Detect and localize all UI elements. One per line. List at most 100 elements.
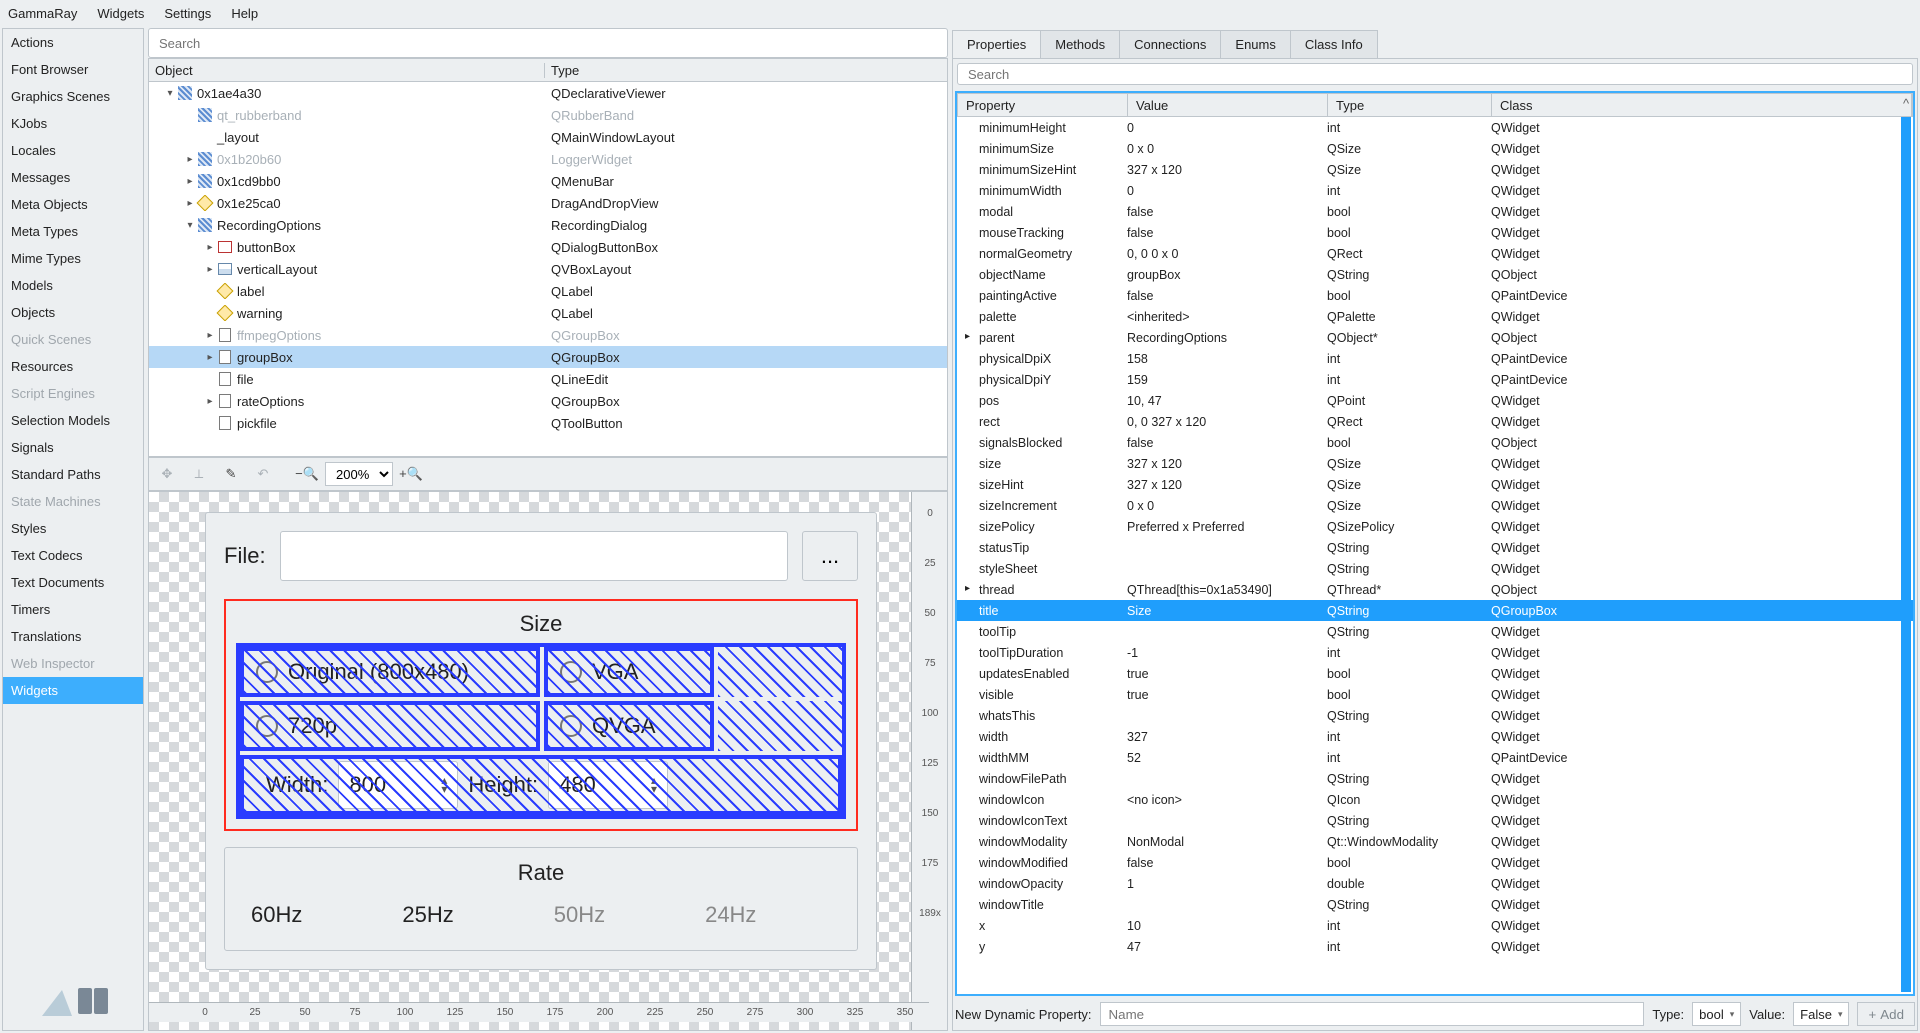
property-row[interactable]: toolTipDuration-1intQWidget (957, 642, 1913, 663)
property-row[interactable]: objectNamegroupBoxQStringQObject (957, 264, 1913, 285)
tool-item-selection-models[interactable]: Selection Models (3, 407, 143, 434)
tool-item-font-browser[interactable]: Font Browser (3, 56, 143, 83)
property-row[interactable]: paintingActivefalseboolQPaintDevice (957, 285, 1913, 306)
tree-row[interactable]: ▸ffmpegOptionsQGroupBox (149, 324, 947, 346)
file-browse-button[interactable]: ... (802, 531, 858, 581)
widget-preview[interactable]: File: ... Size Original (800x480) VGA 72… (148, 491, 948, 1031)
property-row[interactable]: windowTitleQStringQWidget (957, 894, 1913, 915)
radio-custom[interactable]: Width: 800▴▾ Height: 480▴▾ (240, 755, 842, 815)
property-row[interactable]: physicalDpiX158intQPaintDevice (957, 348, 1913, 369)
property-row[interactable]: ▸parentRecordingOptionsQObject*QObject (957, 327, 1913, 348)
menu-gammaray[interactable]: GammaRay (8, 6, 77, 21)
tree-row[interactable]: ▸verticalLayoutQVBoxLayout (149, 258, 947, 280)
tree-row[interactable]: pickfileQToolButton (149, 412, 947, 434)
tree-twisty-icon[interactable]: ▸ (183, 198, 197, 209)
tree-row[interactable]: _layoutQMainWindowLayout (149, 126, 947, 148)
property-row[interactable]: x10intQWidget (957, 915, 1913, 936)
property-row[interactable]: ▸threadQThread[this=0x1a53490]QThread*QO… (957, 579, 1913, 600)
property-row[interactable]: whatsThisQStringQWidget (957, 705, 1913, 726)
tree-row[interactable]: ▸0x1b20b60LoggerWidget (149, 148, 947, 170)
property-row[interactable]: pos10, 47QPointQWidget (957, 390, 1913, 411)
tree-twisty-icon[interactable]: ▾ (163, 88, 177, 99)
property-row[interactable]: y47intQWidget (957, 936, 1913, 957)
property-row[interactable]: physicalDpiY159intQPaintDevice (957, 369, 1913, 390)
tool-item-meta-objects[interactable]: Meta Objects (3, 191, 143, 218)
chevron-up-icon[interactable]: ^ (1899, 93, 1913, 113)
tool-item-meta-types[interactable]: Meta Types (3, 218, 143, 245)
tab-connections[interactable]: Connections (1120, 30, 1221, 58)
property-row[interactable]: windowFilePathQStringQWidget (957, 768, 1913, 789)
property-row[interactable]: modalfalseboolQWidget (957, 201, 1913, 222)
radio-50hz[interactable]: 50Hz (544, 902, 605, 928)
scrollbar[interactable] (1901, 117, 1911, 992)
tool-item-styles[interactable]: Styles (3, 515, 143, 542)
tool-item-signals[interactable]: Signals (3, 434, 143, 461)
property-row[interactable]: rect0, 0 327 x 120QRectQWidget (957, 411, 1913, 432)
tool-item-kjobs[interactable]: KJobs (3, 110, 143, 137)
tab-properties[interactable]: Properties (952, 30, 1041, 58)
property-row[interactable]: normalGeometry0, 0 0 x 0QRectQWidget (957, 243, 1913, 264)
tree-row[interactable]: ▸0x1e25ca0DragAndDropView (149, 192, 947, 214)
tool-item-text-codecs[interactable]: Text Codecs (3, 542, 143, 569)
radio-24hz[interactable]: 24Hz (695, 902, 756, 928)
tree-row[interactable]: ▾0x1ae4a30QDeclarativeViewer (149, 82, 947, 104)
tree-row[interactable]: qt_rubberbandQRubberBand (149, 104, 947, 126)
move-tool[interactable]: ✥ (153, 460, 181, 488)
width-spinbox[interactable]: 800▴▾ (338, 761, 458, 809)
add-property-button[interactable]: +Add (1857, 1002, 1915, 1026)
property-row[interactable]: sizePolicyPreferred x PreferredQSizePoli… (957, 516, 1913, 537)
property-row[interactable]: size327 x 120QSizeQWidget (957, 453, 1913, 474)
property-row[interactable]: windowModifiedfalseboolQWidget (957, 852, 1913, 873)
tool-item-graphics-scenes[interactable]: Graphics Scenes (3, 83, 143, 110)
tool-item-widgets[interactable]: Widgets (3, 677, 143, 704)
zoom-out-button[interactable]: −🔍 (293, 460, 321, 488)
picker-tool[interactable]: ✎ (217, 460, 245, 488)
zoom-combo[interactable]: 200% (325, 462, 393, 486)
tool-item-translations[interactable]: Translations (3, 623, 143, 650)
tree-twisty-icon[interactable]: ▸ (183, 176, 197, 187)
property-row[interactable]: widthMM52intQPaintDevice (957, 747, 1913, 768)
property-row[interactable]: styleSheetQStringQWidget (957, 558, 1913, 579)
tree-twisty-icon[interactable]: ▸ (203, 264, 217, 275)
measure-tool[interactable]: ⟂ (185, 460, 213, 488)
tab-enums[interactable]: Enums (1221, 30, 1290, 58)
object-tree[interactable]: ▾0x1ae4a30QDeclarativeViewerqt_rubberban… (148, 82, 948, 457)
property-row[interactable]: minimumSize0 x 0QSizeQWidget (957, 138, 1913, 159)
tree-twisty-icon[interactable]: ▸ (203, 242, 217, 253)
radio-25hz[interactable]: 25Hz (392, 902, 453, 928)
radio-original[interactable]: Original (800x480) (240, 647, 540, 697)
tree-twisty-icon[interactable]: ▸ (203, 396, 217, 407)
tab-class-info[interactable]: Class Info (1291, 30, 1378, 58)
property-row[interactable]: visibletrueboolQWidget (957, 684, 1913, 705)
radio-720p[interactable]: 720p (240, 701, 540, 751)
property-row[interactable]: titleSizeQStringQGroupBox (957, 600, 1913, 621)
object-search-input[interactable] (148, 28, 948, 58)
tree-row[interactable]: warningQLabel (149, 302, 947, 324)
tool-item-text-documents[interactable]: Text Documents (3, 569, 143, 596)
property-row[interactable]: palette<inherited>QPaletteQWidget (957, 306, 1913, 327)
tool-item-resources[interactable]: Resources (3, 353, 143, 380)
tree-row[interactable]: ▸groupBoxQGroupBox (149, 346, 947, 368)
new-property-name-input[interactable] (1100, 1002, 1645, 1026)
property-row[interactable]: statusTipQStringQWidget (957, 537, 1913, 558)
tree-twisty-icon[interactable]: ▸ (203, 330, 217, 341)
property-table[interactable]: Property Value Type Class ^ minimumHeigh… (955, 91, 1915, 996)
menu-help[interactable]: Help (231, 6, 258, 21)
zoom-in-button[interactable]: +🔍 (397, 460, 425, 488)
property-row[interactable]: updatesEnabledtrueboolQWidget (957, 663, 1913, 684)
file-input[interactable] (280, 531, 788, 581)
property-row[interactable]: signalsBlockedfalseboolQObject (957, 432, 1913, 453)
tree-row[interactable]: ▸buttonBoxQDialogButtonBox (149, 236, 947, 258)
radio-60hz[interactable]: 60Hz (241, 902, 302, 928)
tool-item-mime-types[interactable]: Mime Types (3, 245, 143, 272)
tool-item-web-inspector[interactable]: Web Inspector (3, 650, 143, 677)
tool-item-actions[interactable]: Actions (3, 29, 143, 56)
property-row[interactable]: sizeIncrement0 x 0QSizeQWidget (957, 495, 1913, 516)
property-row[interactable]: windowIconTextQStringQWidget (957, 810, 1913, 831)
new-property-type-combo[interactable]: bool▾ (1692, 1002, 1741, 1026)
tree-twisty-icon[interactable]: ▸ (203, 352, 217, 363)
menu-widgets[interactable]: Widgets (97, 6, 144, 21)
tool-item-timers[interactable]: Timers (3, 596, 143, 623)
type-header-label[interactable]: Type (545, 63, 947, 78)
tool-item-messages[interactable]: Messages (3, 164, 143, 191)
